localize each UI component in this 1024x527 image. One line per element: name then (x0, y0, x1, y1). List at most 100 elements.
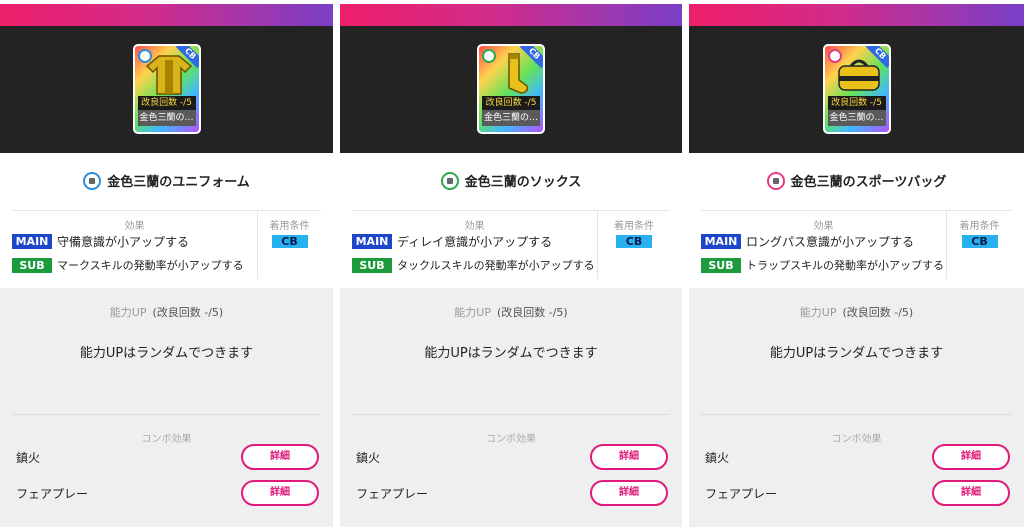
card-upgrade-count: 改良回数 -/5 (827, 96, 886, 110)
combo-heading: コンボ効果 (831, 434, 882, 445)
sub-effect-text: トラップスキルの発動率が小アップする (746, 259, 944, 272)
gear-panel-uniform: CB 改良回数 -/5 金色三蘭の… 金色三蘭のユニフォーム 効果 MAIN 守… (0, 0, 333, 527)
ability-heading: 能力UP (改良回数 -/5) (0, 304, 333, 320)
gear-title-bar: 金色三蘭のユニフォーム (0, 153, 333, 208)
combo-row: 鎮火 詳細 (705, 444, 1010, 470)
requirement-column: 着用条件 CB (598, 211, 670, 279)
effects-section: 効果 MAIN ディレイ意識が小アップする SUB タックルスキルの発動率が小ア… (352, 210, 670, 279)
effects-heading: 効果 (124, 221, 145, 232)
header-stripe (0, 4, 333, 26)
sub-tag: SUB (701, 257, 741, 273)
gear-title: 金色三蘭のユニフォーム (107, 175, 250, 190)
screen: CB 改良回数 -/5 金色三蘭の… 金色三蘭のユニフォーム 効果 MAIN 守… (0, 0, 1024, 527)
sub-effect-text: タックルスキルの発動率が小アップする (397, 259, 595, 272)
requirement-heading: 着用条件 (269, 221, 310, 232)
card-name: 金色三蘭の… (137, 110, 196, 126)
combo-heading: コンボ効果 (141, 434, 192, 445)
ability-heading-label: 能力UP (799, 306, 837, 319)
main-effect-text: ロングパス意識が小アップする (746, 234, 915, 249)
socks-icon (508, 53, 529, 94)
ability-random-text: 能力UPはランダムでつきます (769, 346, 944, 361)
divider (352, 414, 670, 415)
gear-title: 金色三蘭のスポーツバッグ (790, 175, 947, 190)
requirement-badge: CB (961, 235, 998, 248)
effects-heading: 効果 (813, 221, 834, 232)
gear-title-bar: 金色三蘭のスポーツバッグ (689, 153, 1024, 208)
main-effect-row: MAIN ディレイ意識が小アップする (352, 233, 552, 249)
combo-row: フェアプレー 詳細 (705, 480, 1010, 506)
ability-upgrade-count: (改良回数 -/5) (842, 306, 914, 319)
ability-random-text: 能力UPはランダムでつきます (424, 346, 598, 361)
requirement-column: 着用条件 CB (947, 211, 1012, 279)
main-effect-row: MAIN ロングパス意識が小アップする (701, 233, 914, 249)
requirement-badge: CB (271, 235, 308, 248)
effects-column: 効果 MAIN ロングパス意識が小アップする SUB トラップスキルの発動率が小… (701, 211, 947, 279)
divider (701, 414, 1012, 415)
combo-row: 鎮火 詳細 (16, 444, 319, 470)
uniform-shirt-icon (145, 55, 192, 95)
main-effect-text: 守備意識が小アップする (57, 234, 190, 249)
requirement-badge: CB (616, 235, 652, 248)
gear-card[interactable]: CB 改良回数 -/5 金色三蘭の… (822, 44, 891, 134)
combo-row: フェアプレー 詳細 (16, 480, 319, 506)
detail-button[interactable]: 詳細 (590, 444, 668, 470)
uniform-category-icon (83, 171, 102, 190)
sub-effect-row: SUB マークスキルの発動率が小アップする (12, 257, 244, 273)
effects-section: 効果 MAIN ロングパス意識が小アップする SUB トラップスキルの発動率が小… (701, 210, 1012, 279)
combo-label: 鎮火 (356, 450, 381, 465)
detail-button[interactable]: 詳細 (932, 444, 1010, 470)
ability-heading: 能力UP (改良回数 -/5) (340, 304, 682, 320)
effects-section: 効果 MAIN 守備意識が小アップする SUB マークスキルの発動率が小アップす… (12, 210, 321, 279)
gear-card[interactable]: CB 改良回数 -/5 金色三蘭の… (477, 44, 545, 134)
gear-panel-socks: CB 改良回数 -/5 金色三蘭の… 金色三蘭のソックス 効果 MAIN ディレ… (340, 0, 682, 527)
card-upgrade-count: 改良回数 -/5 (482, 96, 540, 110)
ability-upgrade-count: (改良回数 -/5) (496, 306, 568, 319)
combo-label: フェアプレー (356, 486, 429, 501)
requirement-heading: 着用条件 (959, 221, 1000, 232)
ability-random-text: 能力UPはランダムでつきます (79, 346, 254, 361)
main-tag: MAIN (352, 233, 392, 249)
main-tag: MAIN (12, 233, 52, 249)
combo-label: 鎮火 (16, 450, 41, 465)
ability-heading: 能力UP (改良回数 -/5) (689, 304, 1024, 320)
main-effect-text: ディレイ意識が小アップする (397, 234, 553, 249)
detail-button[interactable]: 詳細 (590, 480, 668, 506)
divider (12, 414, 321, 415)
ability-heading-label: 能力UP (454, 306, 491, 319)
combo-row: 鎮火 詳細 (356, 444, 668, 470)
requirement-heading: 着用条件 (614, 221, 654, 232)
detail-button[interactable]: 詳細 (241, 480, 319, 506)
combo-label: フェアプレー (705, 486, 778, 501)
detail-button[interactable]: 詳細 (932, 480, 1010, 506)
sports-bag-icon (837, 59, 880, 91)
socks-category-icon (440, 171, 459, 190)
main-effect-row: MAIN 守備意識が小アップする (12, 233, 189, 249)
bag-category-icon (766, 171, 785, 190)
sub-tag: SUB (12, 257, 52, 273)
gear-panel-sports-bag: CB 改良回数 -/5 金色三蘭の… 金色三蘭のスポーツバッグ 効果 MAIN … (689, 0, 1024, 527)
requirement-column: 着用条件 CB (258, 211, 321, 279)
combo-label: 鎮火 (705, 450, 730, 465)
gear-card[interactable]: CB 改良回数 -/5 金色三蘭の… (132, 44, 201, 134)
card-upgrade-count: 改良回数 -/5 (137, 96, 196, 110)
effects-column: 効果 MAIN 守備意識が小アップする SUB マークスキルの発動率が小アップす… (12, 211, 258, 279)
combo-row: フェアプレー 詳細 (356, 480, 668, 506)
gear-title: 金色三蘭のソックス (464, 175, 582, 190)
gear-title-bar: 金色三蘭のソックス (340, 153, 682, 208)
effects-heading: 効果 (464, 221, 485, 232)
header-stripe (340, 4, 682, 26)
sub-effect-row: SUB タックルスキルの発動率が小アップする (352, 257, 595, 273)
sub-effect-row: SUB トラップスキルの発動率が小アップする (701, 257, 944, 273)
effects-column: 効果 MAIN ディレイ意識が小アップする SUB タックルスキルの発動率が小ア… (352, 211, 598, 279)
ability-heading-label: 能力UP (109, 306, 147, 319)
sub-tag: SUB (352, 257, 392, 273)
header-stripe (689, 4, 1024, 26)
card-name: 金色三蘭の… (482, 110, 540, 126)
ability-upgrade-count: (改良回数 -/5) (152, 306, 224, 319)
combo-label: フェアプレー (16, 486, 89, 501)
main-tag: MAIN (701, 233, 741, 249)
detail-button[interactable]: 詳細 (241, 444, 319, 470)
sub-effect-text: マークスキルの発動率が小アップする (57, 259, 244, 272)
card-name: 金色三蘭の… (827, 110, 886, 126)
combo-heading: コンボ効果 (486, 434, 536, 445)
